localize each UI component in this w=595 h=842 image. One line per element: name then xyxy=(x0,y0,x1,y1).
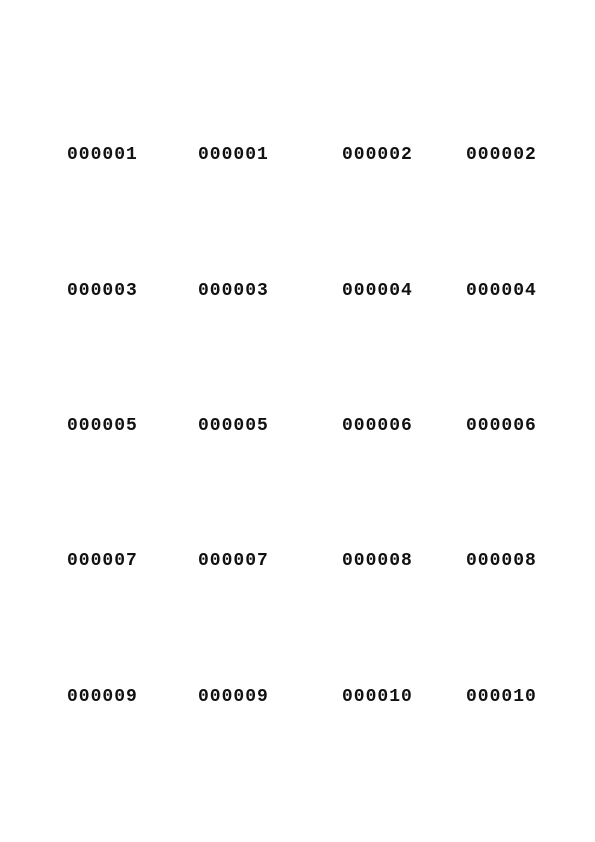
label-code: 000005 xyxy=(67,416,138,436)
label-row: 000001 000001 000002 000002 xyxy=(0,143,595,167)
label-code: 000003 xyxy=(67,281,138,301)
label-code: 000001 xyxy=(67,145,138,165)
label-code: 000007 xyxy=(198,551,269,571)
label-code: 000001 xyxy=(198,145,269,165)
label-code: 000007 xyxy=(67,551,138,571)
label-sheet: 000001 000001 000002 000002 000003 00000… xyxy=(0,0,595,842)
label-code: 000009 xyxy=(67,687,138,707)
label-row: 000009 000009 000010 000010 xyxy=(0,685,595,709)
label-row: 000003 000003 000004 000004 xyxy=(0,279,595,303)
label-code: 000002 xyxy=(342,145,413,165)
label-code: 000006 xyxy=(342,416,413,436)
label-code: 000006 xyxy=(466,416,537,436)
label-code: 000010 xyxy=(466,687,537,707)
label-code: 000008 xyxy=(466,551,537,571)
label-code: 000004 xyxy=(466,281,537,301)
label-code: 000005 xyxy=(198,416,269,436)
label-row: 000005 000005 000006 000006 xyxy=(0,414,595,438)
label-code: 000003 xyxy=(198,281,269,301)
label-code: 000010 xyxy=(342,687,413,707)
label-code: 000002 xyxy=(466,145,537,165)
label-code: 000009 xyxy=(198,687,269,707)
label-code: 000008 xyxy=(342,551,413,571)
label-code: 000004 xyxy=(342,281,413,301)
label-row: 000007 000007 000008 000008 xyxy=(0,549,595,573)
